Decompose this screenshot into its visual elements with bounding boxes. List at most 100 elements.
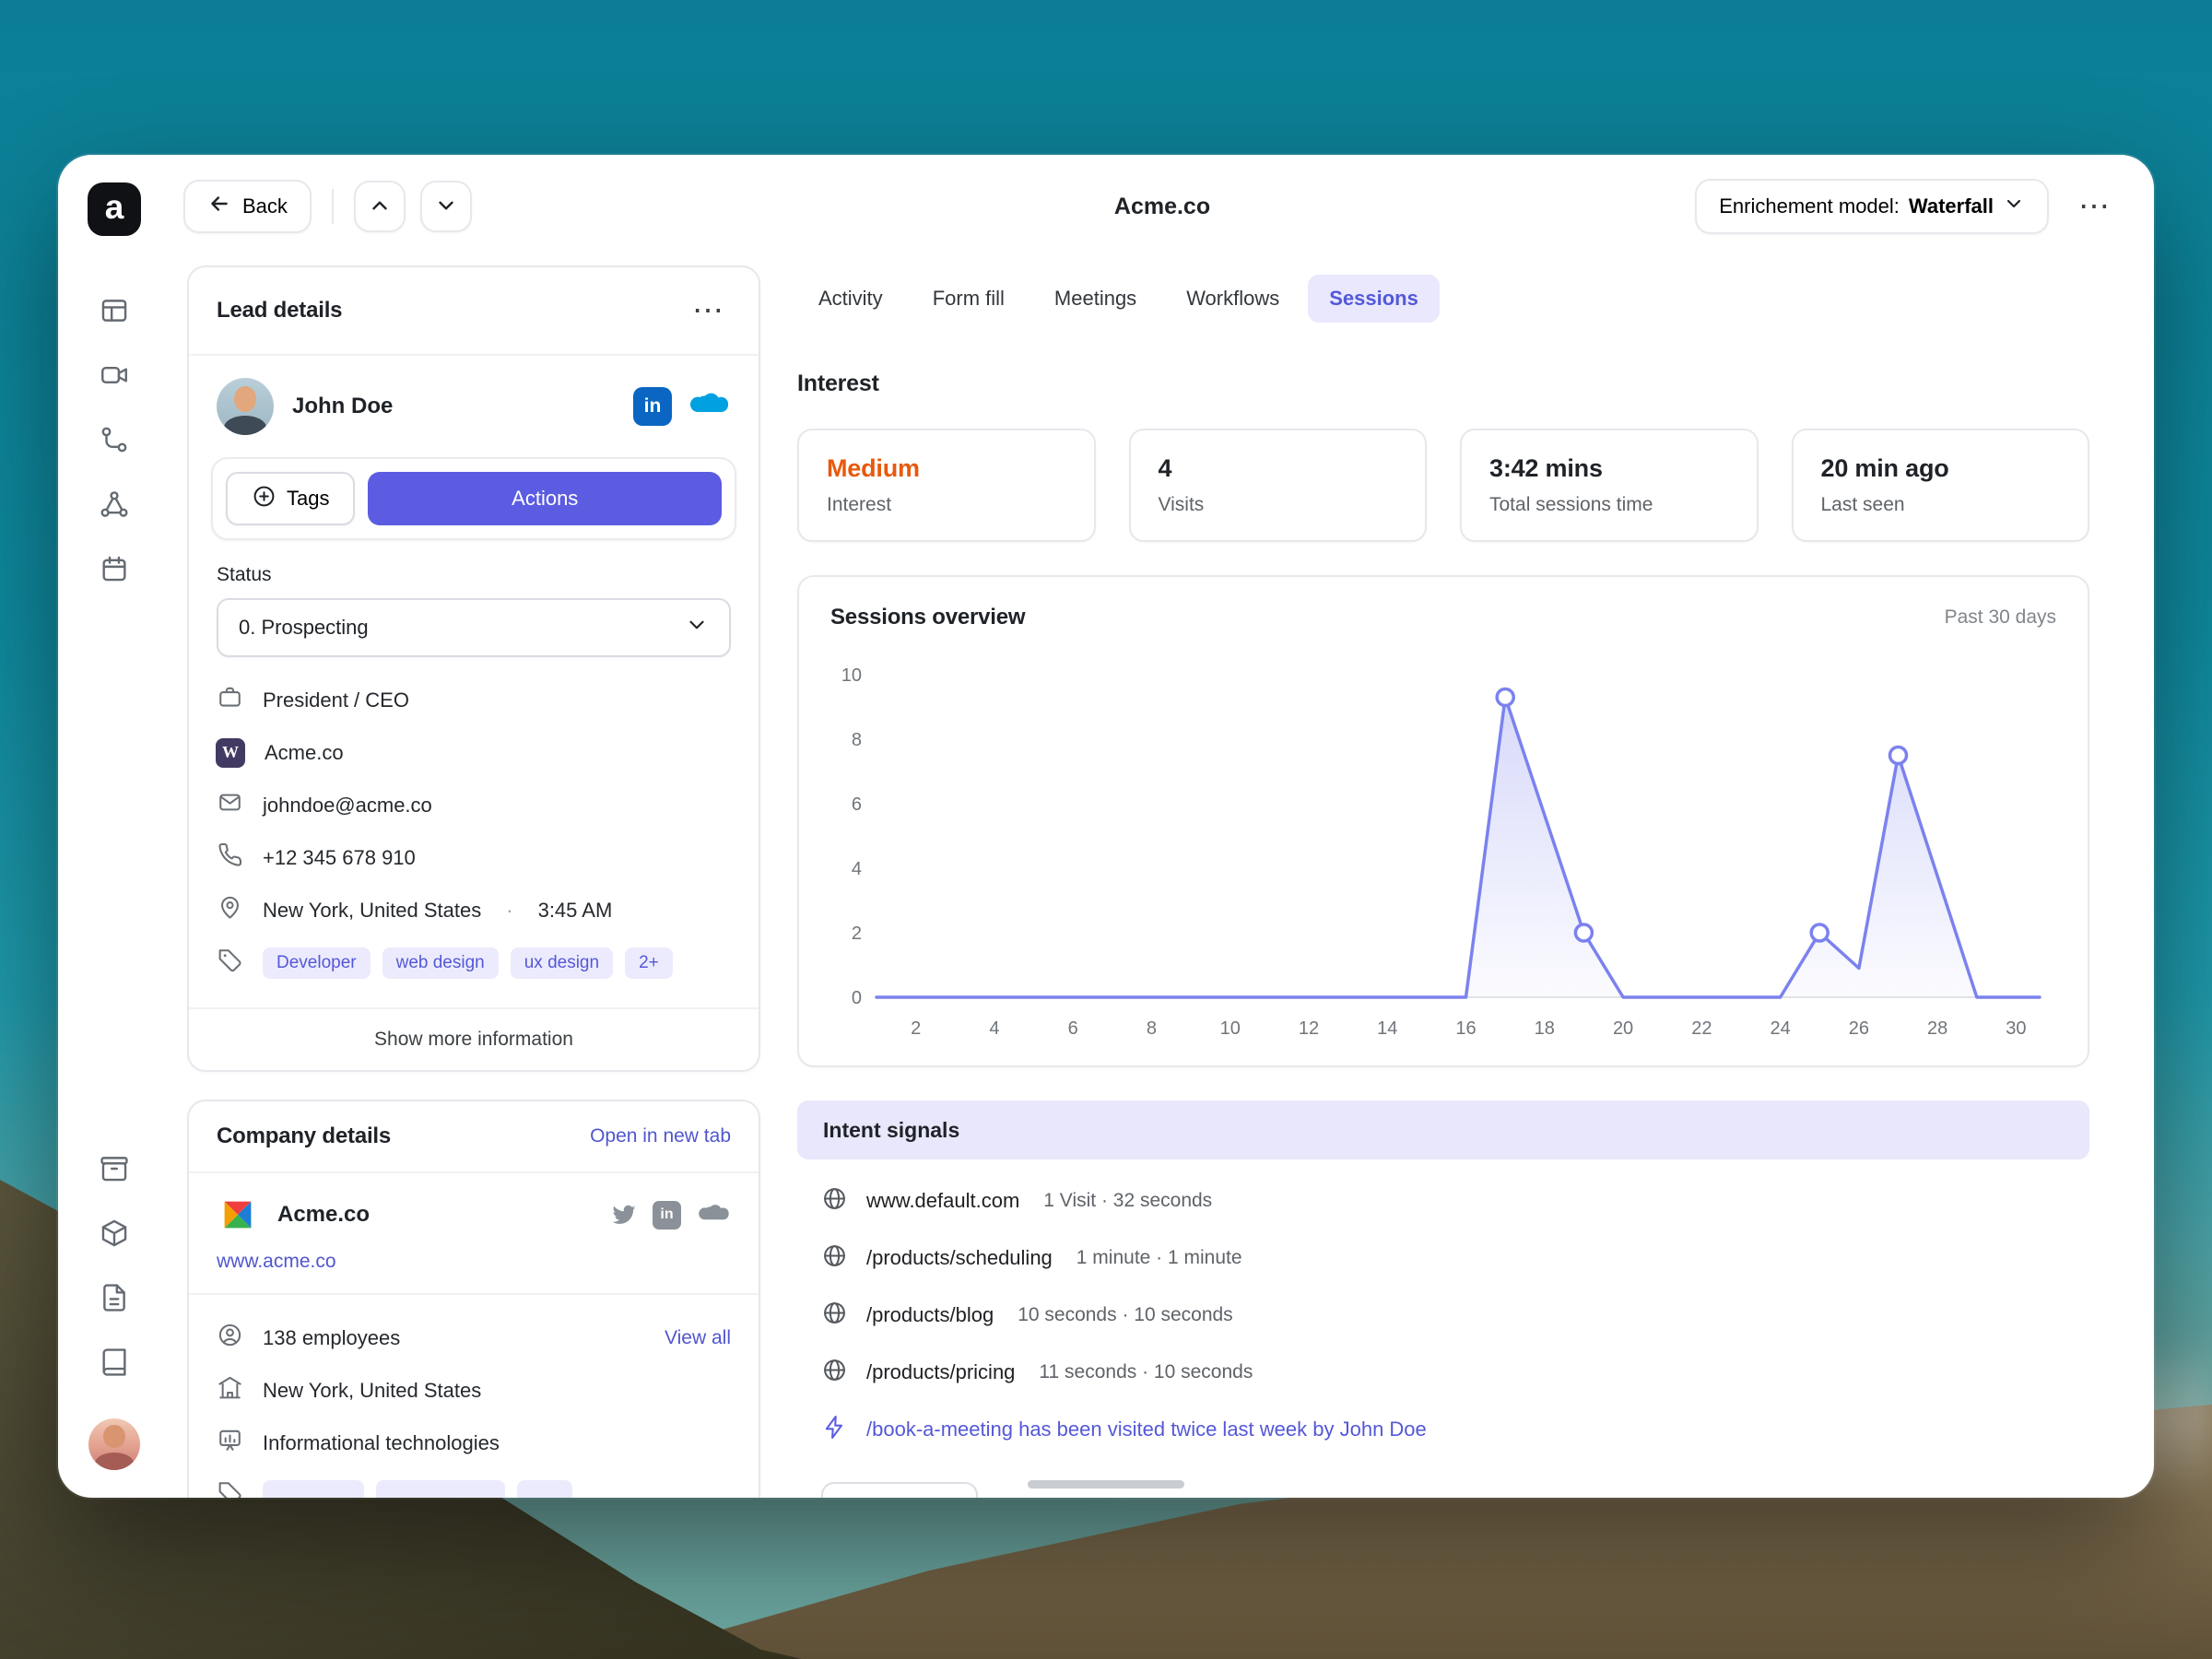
salesforce-icon[interactable] [687, 391, 731, 422]
company-employees-row: 138 employees View all [217, 1312, 731, 1364]
company-logo-w-icon: W [216, 737, 245, 768]
sidebar-item-document[interactable] [91, 1277, 137, 1323]
tag-icon [217, 1479, 243, 1498]
lead-card-header: Lead details ⋯ [189, 267, 759, 356]
next-record-button[interactable] [419, 181, 472, 232]
intent-detail: 1 minute · 1 minute [1076, 1247, 1242, 1268]
topbar-divider [331, 189, 334, 224]
app-logo[interactable]: a [88, 182, 141, 236]
lead-actions-box: Tags Actions [211, 457, 736, 540]
intent-page: /products/pricing [866, 1360, 1016, 1383]
topbar-right: Enrichement model: Waterfall ⋯ [1695, 179, 2117, 234]
calendar-icon [99, 553, 130, 589]
back-button[interactable]: Back [183, 180, 312, 233]
lead-phone[interactable]: +12 345 678 910 [263, 846, 416, 870]
previous-record-button[interactable] [353, 181, 406, 232]
sessions-card-header: Sessions overview Past 30 days [830, 605, 2056, 630]
view-all-link[interactable]: View all [665, 1327, 731, 1349]
tag-chip[interactable]: web design [382, 947, 499, 979]
plus-circle-icon [252, 484, 276, 514]
lead-local-time: 3:45 AM [537, 898, 613, 922]
intent-row[interactable]: /products/blog 10 seconds · 10 seconds [797, 1287, 2089, 1344]
lead-name: John Doe [292, 394, 394, 418]
stat-label-interest: Interest [827, 494, 892, 515]
status-value: 0. Prospecting [239, 616, 369, 639]
tab-activity[interactable]: Activity [797, 275, 904, 323]
intent-row[interactable]: www.default.com 1 Visit · 32 seconds [797, 1172, 2089, 1230]
tags-button[interactable]: Tags [226, 472, 356, 525]
svg-text:20: 20 [1613, 1018, 1633, 1039]
intent-row[interactable]: /products/pricing 11 seconds · 10 second… [797, 1344, 2089, 1401]
phone-icon [217, 841, 243, 874]
svg-text:12: 12 [1299, 1018, 1319, 1039]
sessions-overview-card: Sessions overview Past 30 days 0 2 4 6 8 10 2 4… [797, 575, 2089, 1067]
tag-chip[interactable]: Developer [263, 947, 371, 979]
video-icon [99, 359, 130, 395]
linkedin-gray-icon[interactable]: in [653, 1200, 681, 1230]
user-avatar[interactable] [88, 1418, 140, 1470]
interest-stats: Medium Interest 4 Visits 3:42 mins Total… [797, 429, 2089, 542]
status-select[interactable]: 0. Prospecting [217, 598, 731, 657]
sidebar-item-workflow[interactable] [91, 418, 137, 465]
horizontal-scrollbar[interactable] [1028, 1480, 1184, 1488]
svg-text:4: 4 [989, 1018, 999, 1039]
lead-detail-list: President / CEO W Acme.co johndoe@acme.c… [189, 657, 759, 989]
lead-details-card: Lead details ⋯ John Doe in Tags Actions … [187, 265, 760, 1072]
sidebar-item-network[interactable] [91, 483, 137, 529]
enrichment-label: Enrichement model: [1719, 194, 1900, 218]
chevron-up-icon [368, 194, 392, 220]
cube-icon [99, 1218, 130, 1253]
sidebar-nav-top [91, 289, 137, 594]
intent-detail: 1 Visit · 32 seconds [1043, 1190, 1213, 1211]
show-more-information-button[interactable]: Show more information [189, 1007, 759, 1070]
sidebar-item-table[interactable] [91, 289, 137, 335]
sidebar-item-cube[interactable] [91, 1212, 137, 1258]
book-icon [99, 1347, 130, 1382]
svg-text:8: 8 [852, 730, 862, 750]
twitter-icon[interactable] [610, 1201, 638, 1229]
tag-chip-more[interactable]: 2+ [625, 947, 673, 979]
stat-card-visits: 4 Visits [1128, 429, 1427, 542]
svg-text:6: 6 [852, 794, 862, 815]
company-industry: Informational technologies [263, 1430, 500, 1454]
sidebar-item-video[interactable] [91, 354, 137, 400]
tab-meetings[interactable]: Meetings [1033, 275, 1158, 323]
salesforce-gray-icon[interactable] [696, 1203, 731, 1228]
tab-form-fill[interactable]: Form fill [912, 275, 1026, 323]
open-in-new-tab-link[interactable]: Open in new tab [590, 1125, 731, 1147]
sessions-chart: 0 2 4 6 8 10 2 4 6 8 10 12 14 16 18 20 22 24 26 28 30 [830, 651, 2056, 1049]
intent-row[interactable]: /products/scheduling 1 minute · 1 minute [797, 1230, 2089, 1287]
lead-tag-chips: Developer web design ux design 2+ [263, 947, 673, 979]
arrow-left-icon [207, 192, 231, 221]
sidebar-item-archive[interactable] [91, 1147, 137, 1194]
company-card-title: Company details [217, 1124, 392, 1148]
sidebar-item-book[interactable] [91, 1341, 137, 1387]
left-column: Lead details ⋯ John Doe in Tags Actions … [187, 265, 760, 1498]
sidebar-nav-bottom [88, 1147, 140, 1470]
status-block: Status 0. Prospecting [189, 564, 759, 657]
show-more-button[interactable]: Show more [821, 1482, 979, 1498]
lead-company-row: W Acme.co [216, 726, 731, 779]
svg-text:4: 4 [852, 859, 862, 879]
person-circle-icon [217, 1322, 243, 1354]
company-tags-row-clipped [217, 1469, 731, 1498]
lead-email[interactable]: johndoe@acme.co [263, 794, 432, 818]
linkedin-icon[interactable]: in [633, 387, 672, 426]
lead-more-button[interactable]: ⋯ [687, 289, 731, 332]
content: Lead details ⋯ John Doe in Tags Actions … [171, 258, 2154, 1498]
company-website-link[interactable]: www.acme.co [217, 1251, 336, 1273]
tag-chip[interactable]: ux design [510, 947, 614, 979]
actions-button[interactable]: Actions [368, 472, 722, 525]
svg-text:2: 2 [852, 924, 862, 944]
intent-highlight-row[interactable]: /book-a-meeting has been visited twice l… [797, 1401, 2089, 1458]
svg-text:0: 0 [852, 988, 862, 1008]
tab-workflows[interactable]: Workflows [1165, 275, 1300, 323]
more-options-button[interactable]: ⋯ [2073, 185, 2117, 228]
enrichment-model-dropdown[interactable]: Enrichement model: Waterfall [1695, 179, 2049, 234]
sidebar-item-calendar[interactable] [91, 547, 137, 594]
tab-sessions[interactable]: Sessions [1308, 275, 1440, 323]
svg-text:10: 10 [841, 665, 862, 686]
chevron-down-icon [434, 194, 458, 220]
topbar: Back Acme.co Enrichement model: Waterfal… [171, 155, 2154, 258]
bar-chart-icon [217, 1427, 243, 1459]
